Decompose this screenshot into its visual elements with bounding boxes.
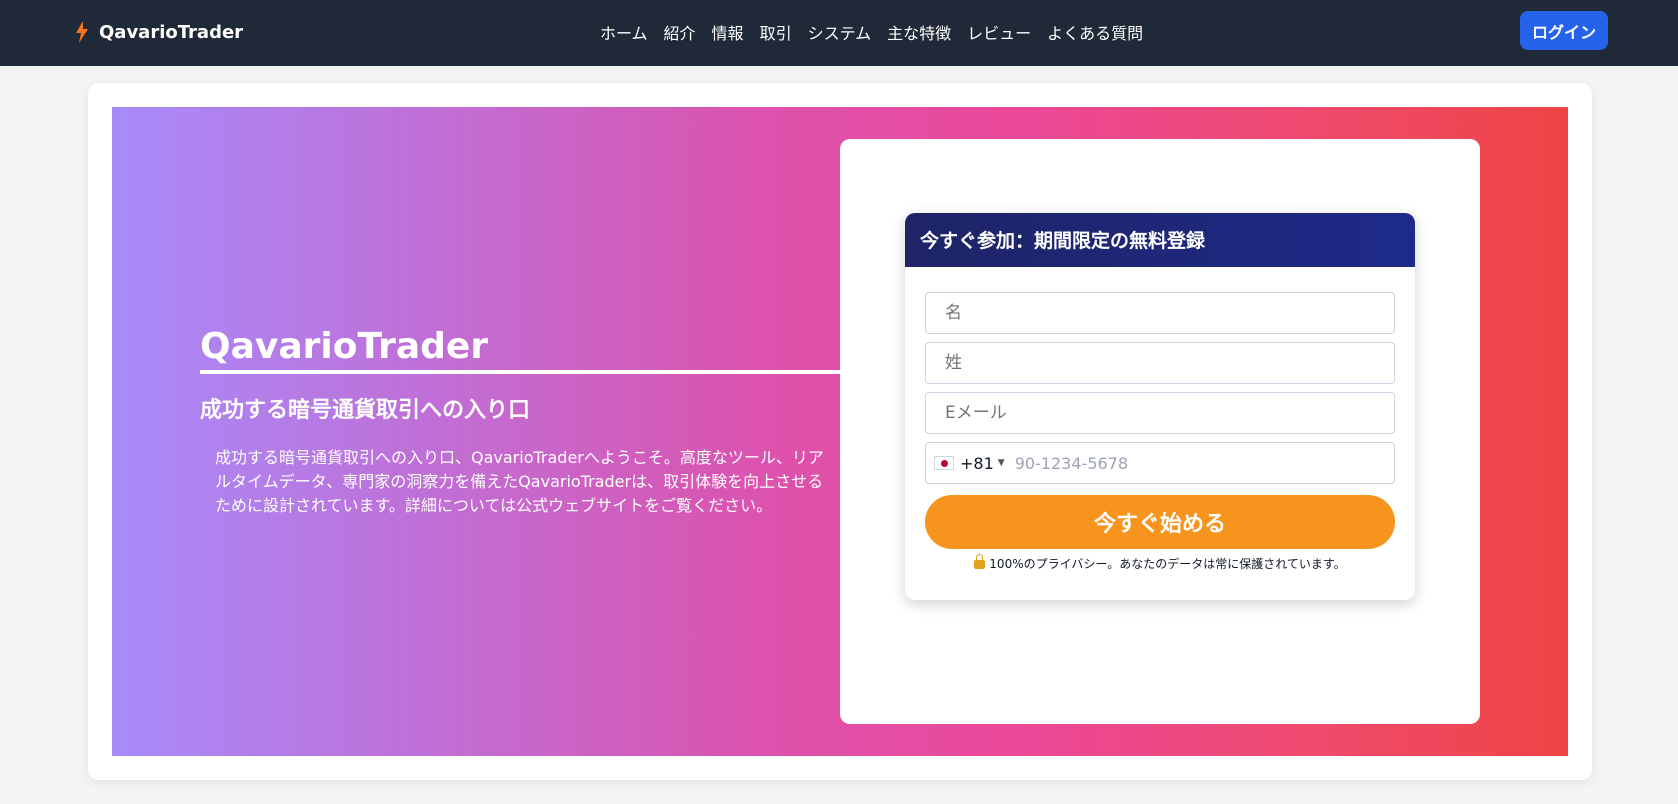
brand-logo[interactable]: QavarioTrader	[75, 18, 243, 46]
first-name-field[interactable]	[925, 292, 1395, 334]
nav-trading[interactable]: 取引	[760, 20, 792, 44]
top-navigation-bar: QavarioTrader ホーム 紹介 情報 取引 システム 主な特徴 レビュ…	[0, 0, 1678, 66]
nav-faq[interactable]: よくある質問	[1047, 20, 1143, 44]
last-name-field[interactable]	[925, 342, 1395, 384]
phone-field[interactable]	[1014, 453, 1375, 473]
nav-reviews[interactable]: レビュー	[967, 20, 1031, 44]
login-button[interactable]: ログイン	[1520, 11, 1608, 50]
brand-name: QavarioTrader	[99, 21, 244, 43]
hero-title: QavarioTrader	[200, 326, 489, 367]
signup-form: 今すぐ参加：期間限定の無料登録 +81 ▼ 今すぐ始める 100%のプライバシー…	[905, 213, 1415, 600]
main-nav: ホーム 紹介 情報 取引 システム 主な特徴 レビュー よくある質問	[600, 18, 1159, 46]
hero-underline	[200, 370, 842, 374]
phone-field-group: +81 ▼	[925, 442, 1395, 484]
nav-home[interactable]: ホーム	[600, 20, 648, 44]
privacy-note: 100%のプライバシー。あなたのデータは常に保護されています。	[905, 554, 1415, 572]
start-now-button[interactable]: 今すぐ始める	[925, 495, 1395, 549]
nav-features[interactable]: 主な特徴	[887, 20, 951, 44]
lock-icon	[974, 554, 986, 569]
chevron-down-icon[interactable]: ▼	[998, 458, 1005, 468]
form-heading: 今すぐ参加：期間限定の無料登録	[905, 213, 1415, 267]
country-code[interactable]: +81	[960, 454, 994, 473]
hero-description: 成功する暗号通貨取引への入り口、QavarioTraderへようこそ。高度なツー…	[215, 448, 824, 515]
nav-about[interactable]: 紹介	[664, 20, 696, 44]
lightning-bolt-icon	[76, 21, 88, 43]
japan-flag-icon[interactable]	[934, 456, 954, 470]
email-field[interactable]	[925, 392, 1395, 434]
privacy-text: 100%のプライバシー。あなたのデータは常に保護されています。	[989, 557, 1346, 571]
hero-subtitle: 成功する暗号通貨取引への入り口	[200, 398, 531, 423]
nav-info[interactable]: 情報	[712, 20, 744, 44]
nav-system[interactable]: システム	[808, 20, 872, 44]
